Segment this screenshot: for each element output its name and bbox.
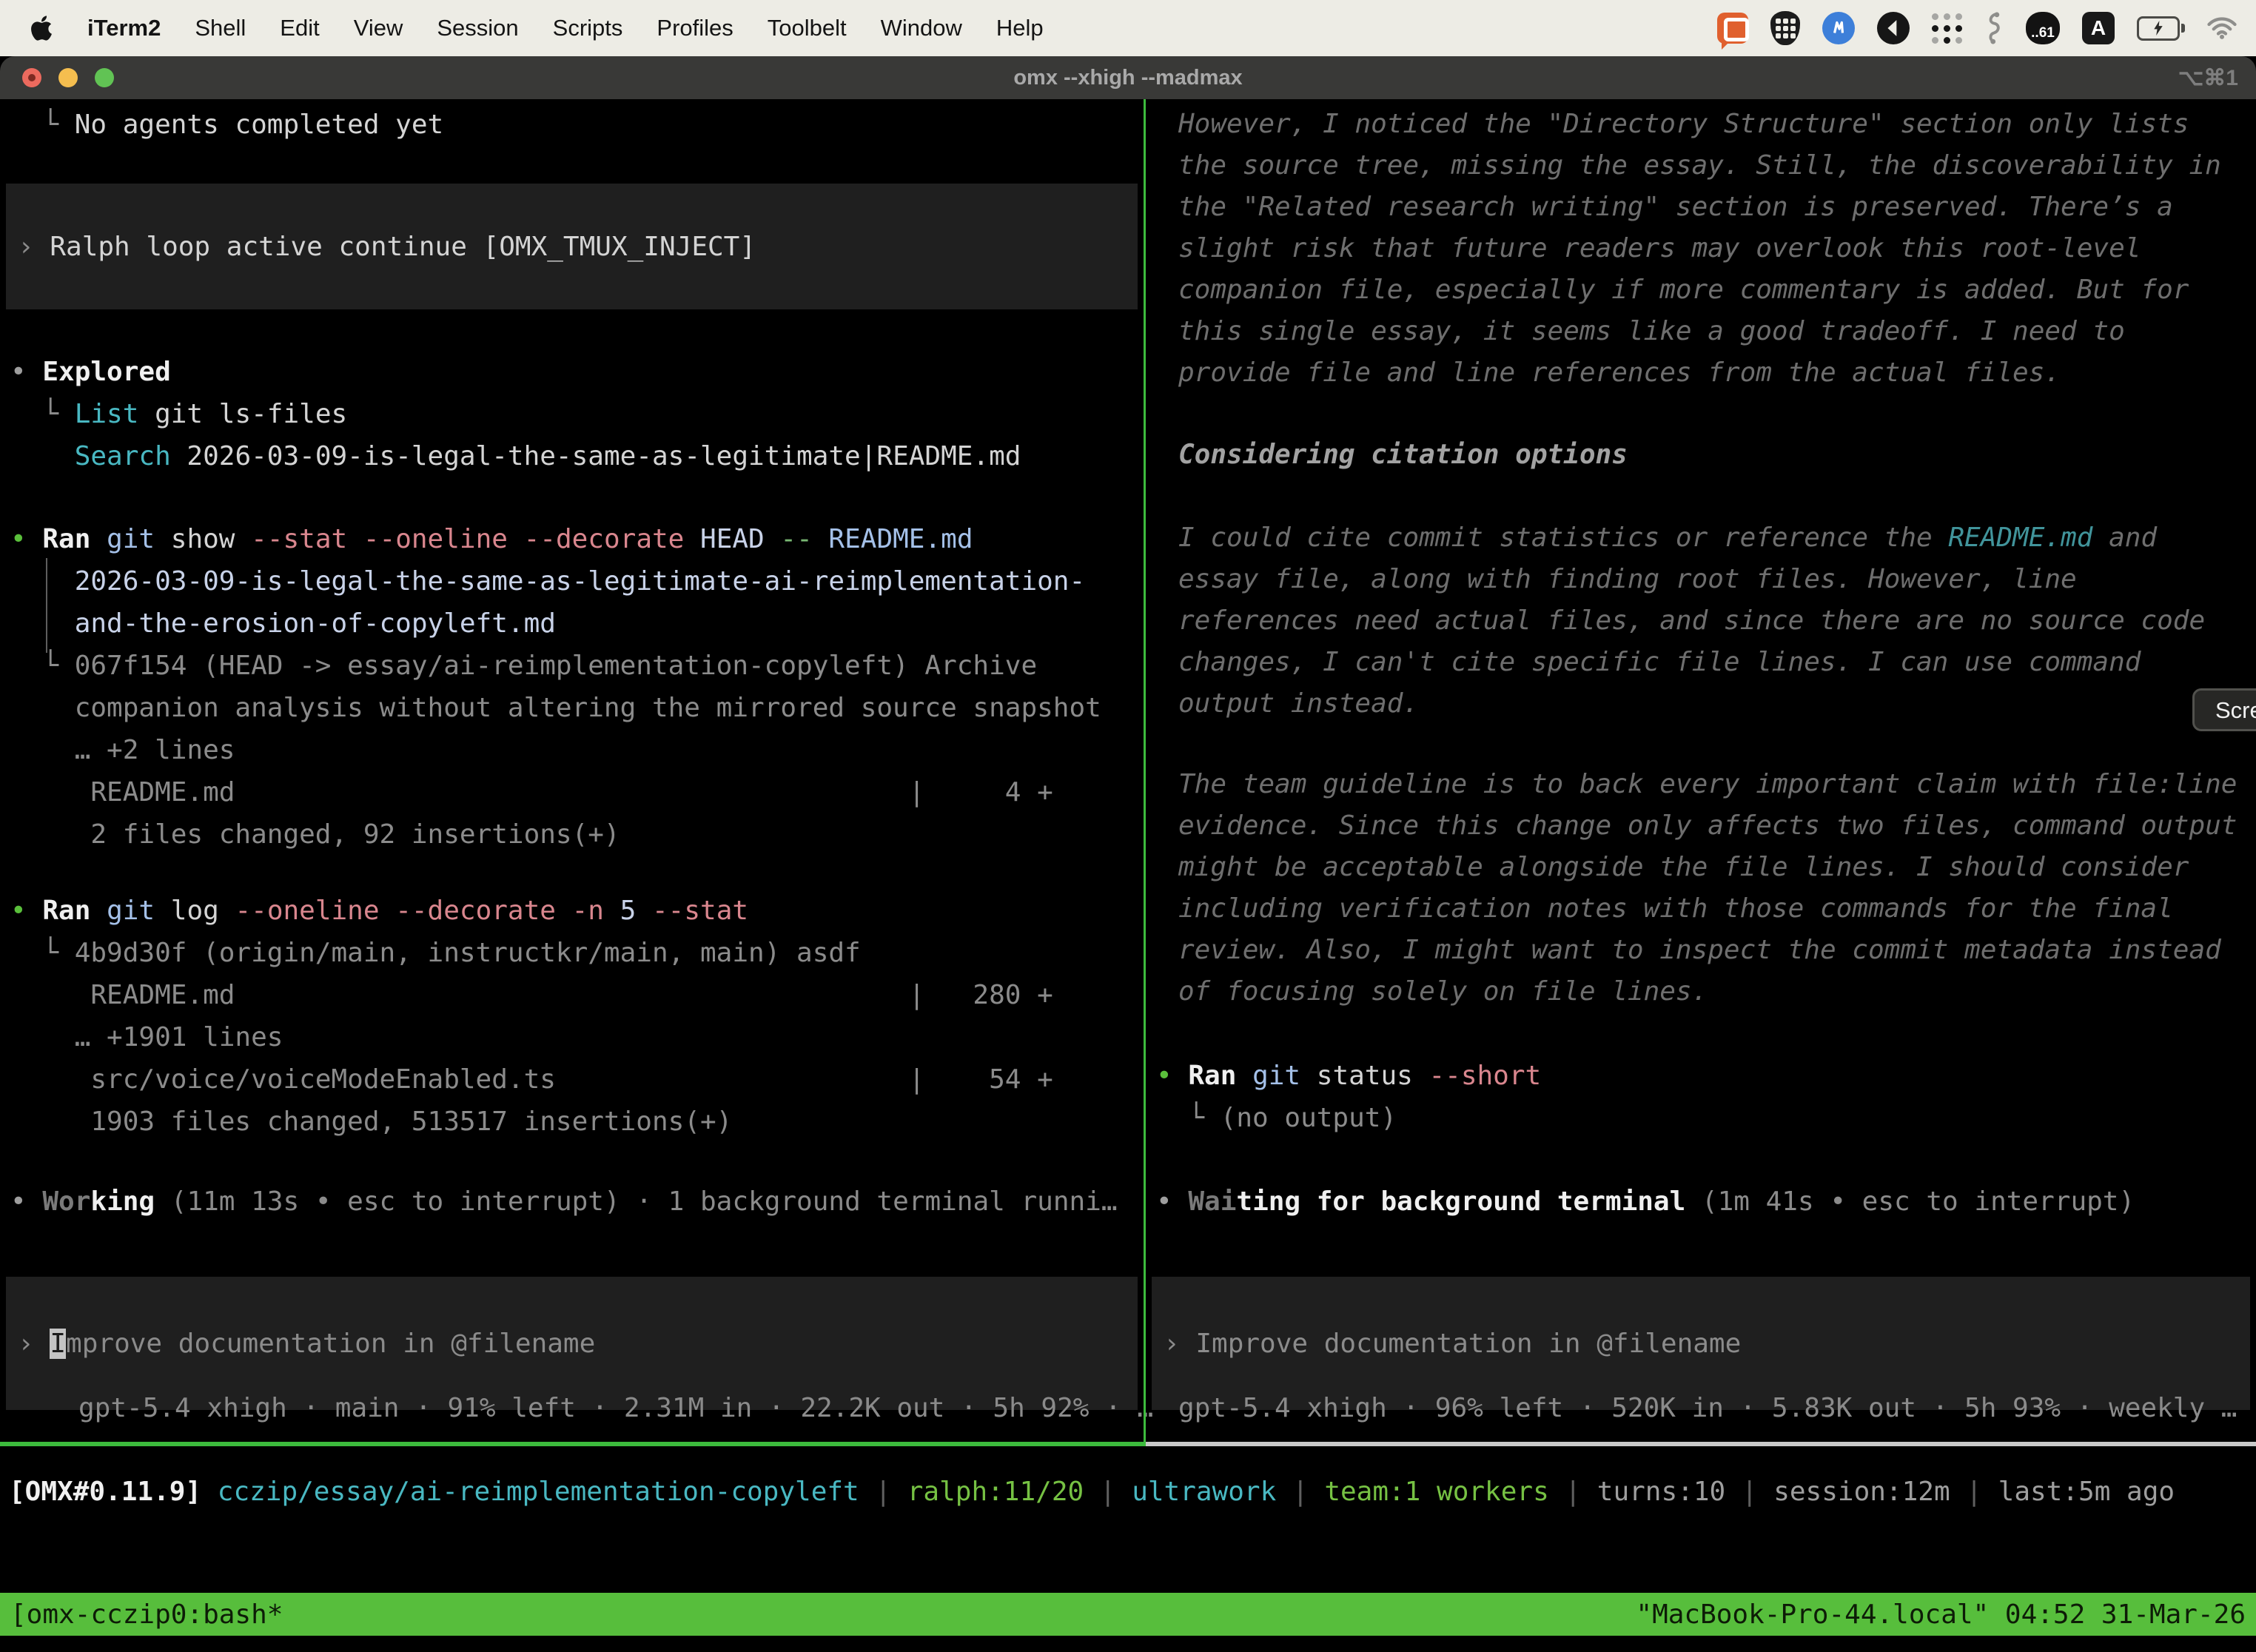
screen-share-tooltip: Scre: [2192, 688, 2256, 731]
inactive-pane-separator: [1146, 1442, 2256, 1446]
apple-menu-icon[interactable]: [30, 14, 53, 42]
window-title: omx --xhigh --madmax: [1013, 66, 1242, 90]
git-show-block: • Ran git show --stat --oneline --decora…: [10, 518, 1141, 856]
iterm2-window: omx --xhigh --madmax ⌥⌘1 └ No agents com…: [0, 56, 2256, 1652]
thinking-paragraph-2: I could cite commit statistics or refere…: [1178, 517, 2253, 725]
wifi-icon[interactable]: [2207, 17, 2237, 39]
git-log-block: • Ran git log --oneline --decorate -n 5 …: [10, 890, 1141, 1143]
menu-item-help[interactable]: Help: [996, 15, 1044, 41]
git-status-block: • Ran git status --short └ (no output): [1156, 1055, 2253, 1139]
tmux-status-bar: [omx-cczip0:bash* "MacBook-Pro-44.local"…: [0, 1593, 2256, 1636]
left-model-status-line: gpt-5.4 xhigh · main · 91% left · 2.31M …: [78, 1387, 1153, 1429]
working-status-line: • Working (11m 13s • esc to interrupt) ·…: [10, 1181, 1141, 1223]
chat-app-icon[interactable]: [1717, 13, 1748, 44]
menu-item-view[interactable]: View: [354, 15, 403, 41]
window-title-bar[interactable]: omx --xhigh --madmax ⌥⌘1: [0, 56, 2256, 99]
shield-icon[interactable]: [1770, 11, 1800, 45]
close-button[interactable]: [22, 68, 41, 87]
menu-item-edit[interactable]: Edit: [280, 15, 319, 41]
a-badge-icon[interactable]: A: [2082, 12, 2115, 44]
thinking-heading: Considering citation options: [1178, 434, 2253, 476]
menu-item-iterm2[interactable]: iTerm2: [87, 15, 161, 41]
bolt-badge-icon[interactable]: [1822, 12, 1855, 44]
waiting-status-line: • Waiting for background terminal (1m 41…: [1156, 1181, 2253, 1223]
tooltip-label: Scre: [2215, 689, 2256, 731]
active-pane-separator: [0, 1442, 1146, 1446]
menu-item-scripts[interactable]: Scripts: [553, 15, 623, 41]
traffic-lights: [22, 68, 114, 87]
left-terminal-pane[interactable]: └ No agents completed yet › Ralph loop a…: [0, 99, 1144, 1652]
menu-bar-status-icons: ..61 A: [1717, 11, 2256, 45]
menu-item-shell[interactable]: Shell: [195, 15, 246, 41]
thinking-paragraph-1: However, I noticed the "Directory Struct…: [1178, 104, 2253, 394]
squiggle-icon[interactable]: [1984, 12, 2004, 44]
explored-block: • Explored └ List git ls-files Search 20…: [10, 351, 1141, 477]
macos-menu-bar: iTerm2 Shell Edit View Session Scripts P…: [0, 0, 2256, 56]
window-shortcut-badge: ⌥⌘1: [2178, 65, 2238, 91]
tmux-session-label: [omx-cczip0:bash*: [10, 1594, 283, 1636]
menu-item-window[interactable]: Window: [881, 15, 962, 41]
battery-icon[interactable]: [2137, 16, 2185, 41]
kaleidoscope-icon[interactable]: [1877, 12, 1910, 44]
dots-grid-icon[interactable]: [1932, 13, 1962, 44]
right-model-status-line: gpt-5.4 xhigh · 96% left · 520K in · 5.8…: [1178, 1387, 2237, 1429]
menu-item-toolbelt[interactable]: Toolbelt: [768, 15, 847, 41]
tmux-host-clock-label: "MacBook-Pro-44.local" 04:52 31-Mar-26: [1636, 1594, 2246, 1636]
omx-status-line: [OMX#0.11.9] cczip/essay/ai-reimplementa…: [9, 1471, 2175, 1513]
left-prompt-text: › Improve documentation in @filename: [18, 1323, 595, 1365]
ralph-inject-box[interactable]: › Ralph loop active continue [OMX_TMUX_I…: [6, 184, 1138, 309]
right-prompt-text: › Improve documentation in @filename: [1164, 1323, 1741, 1365]
minimize-button[interactable]: [58, 68, 78, 87]
zoom-button[interactable]: [95, 68, 114, 87]
terminal-content: └ No agents completed yet › Ralph loop a…: [0, 99, 2256, 1652]
right-terminal-pane[interactable]: However, I noticed the "Directory Struct…: [1146, 99, 2256, 1652]
thinking-paragraph-3: The team guideline is to back every impo…: [1178, 764, 2253, 1013]
menu-item-session[interactable]: Session: [437, 15, 518, 41]
timer-badge-icon[interactable]: ..61: [2026, 12, 2060, 44]
agents-status-line: └ No agents completed yet: [10, 104, 1141, 146]
ralph-inject-text: › Ralph loop active continue [OMX_TMUX_I…: [18, 226, 756, 268]
menu-item-profiles[interactable]: Profiles: [657, 15, 733, 41]
